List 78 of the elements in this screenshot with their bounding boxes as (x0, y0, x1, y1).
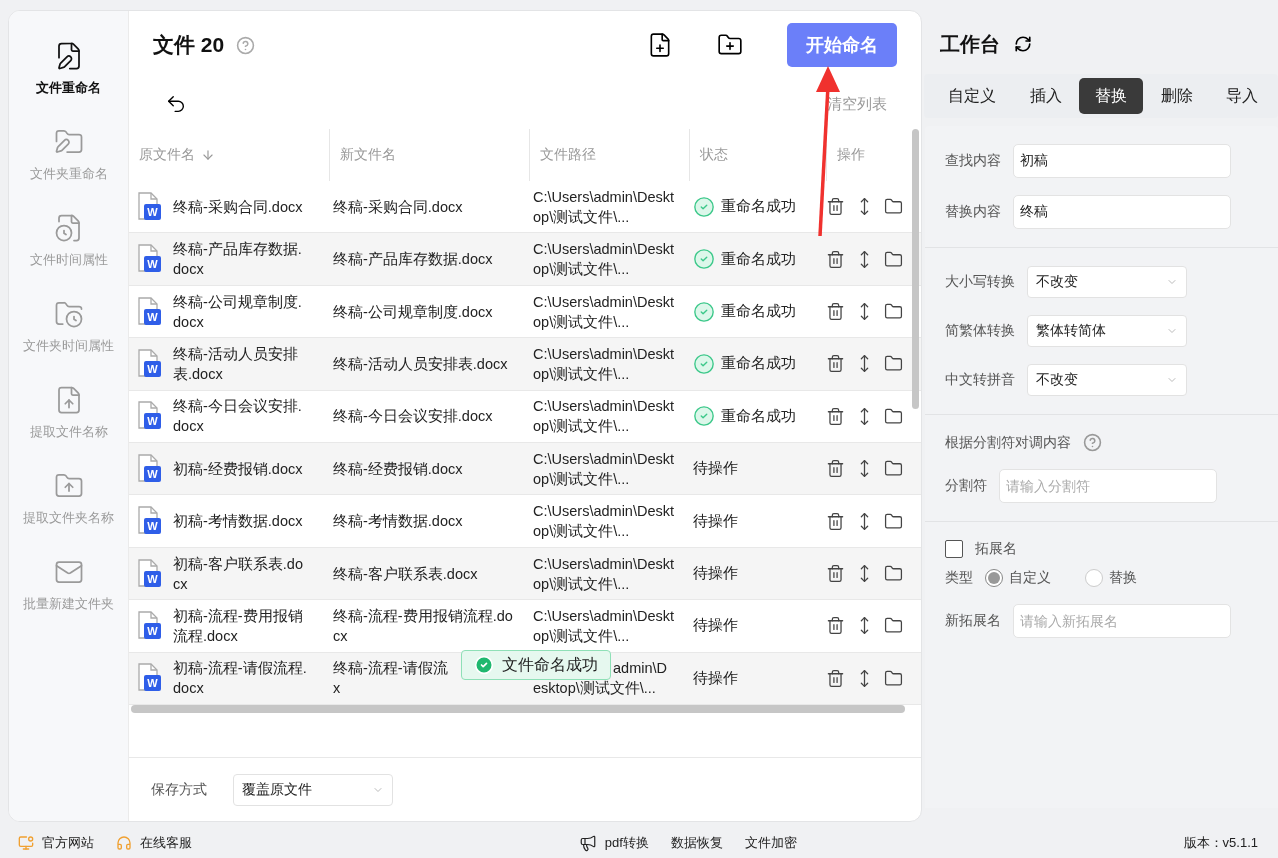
new-name-cell-text: 终稿-公司规章制度.docx (332, 302, 494, 322)
option-select[interactable]: 不改变 (1027, 266, 1187, 298)
tab[interactable]: 替换 (1079, 78, 1143, 114)
footer-link[interactable]: 在线客服 (140, 834, 192, 852)
original-name-cell-text: 终稿-产品库存数据.docx (173, 240, 303, 280)
new-name-text: 终稿-流程-请假流 (333, 659, 448, 679)
find-label: 查找内容 (945, 152, 1001, 170)
path-cell-text: C:\Users\admin\Desktop\测试文件\... (532, 554, 675, 594)
tab[interactable]: 导入 (1210, 78, 1274, 114)
toast-text: 文件命名成功 (502, 654, 598, 675)
footer-link[interactable]: pdf转换 (604, 834, 649, 852)
option-label: 简繁体转换 (945, 322, 1015, 340)
type-radio[interactable]: 替换 (1085, 569, 1137, 587)
new-name-cell-text: 终稿-采购合同.docx (332, 197, 464, 217)
separator-label: 分割符 (945, 477, 987, 495)
footer-link[interactable]: 数据恢复 (670, 834, 723, 852)
tab[interactable]: 删除 (1144, 78, 1209, 114)
status-text: 待操作 (693, 459, 738, 479)
original-name-cell-text: 终稿-活动人员安排表.docx (173, 344, 299, 384)
original-name-cell-text: 初稿-流程-费用报销流程.docx (173, 606, 304, 646)
find-field[interactable]: 初稿 (1013, 144, 1231, 178)
status-text: 待操作 (693, 668, 738, 688)
new-name-text: x (333, 679, 341, 699)
tab[interactable]: 插入 (1013, 78, 1078, 114)
status-text: 重命名成功 (721, 302, 796, 321)
original-name-cell-text: 初稿-客户联系表.docx (173, 554, 304, 594)
new-name-cell-text: 终稿-经费报销.docx (332, 459, 464, 479)
option-select[interactable]: 不改变 (1027, 364, 1187, 396)
new-name-cell-text: 终稿-考情数据.docx (332, 512, 464, 532)
footer-link[interactable]: 文件加密 (744, 834, 797, 852)
new-name-cell-text: 终稿-今日会议安排.docx (332, 407, 494, 427)
original-name-cell-text: 初稿-流程-请假流程.docx (173, 659, 308, 699)
status-text: 待操作 (693, 616, 738, 636)
original-name-cell-text: 终稿-今日会议安排.docx (173, 397, 303, 437)
status-text: 待操作 (693, 511, 738, 531)
separator-title: 根据分割符对调内容 (945, 433, 1071, 452)
path-cell-text: C:\Users\admin\Desktop\测试文件\... (532, 397, 675, 437)
separator-field[interactable]: 请输入分割符 (999, 469, 1217, 503)
new-extension-field[interactable]: 请输入新拓展名 (1013, 604, 1231, 638)
new-name-cell-text: 终稿-产品库存数据.docx (332, 250, 494, 270)
new-extension-label: 新拓展名 (945, 612, 1001, 630)
option-label: 中文转拼音 (945, 371, 1015, 389)
extension-label: 拓展名 (975, 540, 1017, 558)
footer-link[interactable]: 官方网站 (42, 834, 94, 852)
type-label: 类型 (945, 569, 973, 587)
original-name-cell-text: 终稿-采购合同.docx (173, 197, 304, 217)
replace-field[interactable]: 终稿 (1013, 195, 1231, 229)
original-name-cell-text: 初稿-经费报销.docx (173, 459, 304, 479)
new-name-cell-text: 终稿-流程-费用报销流程.docx (332, 606, 514, 646)
workbench-title: 工作台 (940, 31, 1000, 57)
path-text: esktop\测试文件\... (533, 679, 656, 699)
status-text: 重命名成功 (721, 249, 796, 269)
sidebar-item[interactable]: 文件重命名 (36, 41, 101, 109)
new-name-cell-text: 终稿-活动人员安排表.docx (332, 354, 509, 374)
option-select[interactable]: 繁体转简体 (1027, 315, 1187, 347)
original-name-cell-text: 终稿-公司规章制度.docx (173, 292, 303, 332)
file-count-title: 文件 20 (153, 32, 225, 58)
status-text: 待操作 (693, 564, 738, 584)
save-mode-label: 保存方式 (151, 780, 207, 799)
version-text: 版本：v5.1.1 (1183, 834, 1258, 852)
status-text: 重命名成功 (721, 406, 796, 426)
path-cell-text: C:\Users\admin\Desktop\测试文件\... (532, 187, 675, 227)
path-text: admin\D (613, 659, 667, 679)
tab[interactable]: 自定义 (932, 78, 1012, 114)
new-name-cell-text: 终稿-客户联系表.docx (332, 564, 479, 584)
path-cell-text: C:\Users\admin\Desktop\测试文件\... (532, 606, 675, 646)
path-cell-text: C:\Users\admin\Desktop\测试文件\... (532, 502, 675, 542)
path-cell-text: C:\Users\admin\Desktop\测试文件\... (532, 449, 675, 489)
path-cell-text: C:\Users\admin\Desktop\测试文件\... (532, 292, 675, 332)
path-cell-text: C:\Users\admin\Desktop\测试文件\... (532, 344, 675, 384)
type-radio[interactable]: 自定义 (985, 569, 1051, 587)
save-mode-select[interactable]: 覆盖原文件 (233, 773, 393, 806)
replace-label: 替换内容 (945, 203, 1001, 221)
path-cell-text: C:\Users\admin\Desktop\测试文件\... (532, 240, 675, 280)
option-label: 大小写转换 (945, 273, 1015, 291)
status-text: 重命名成功 (721, 354, 796, 374)
original-name-cell-text: 初稿-考情数据.docx (173, 512, 304, 532)
status-text: 重命名成功 (721, 197, 796, 217)
